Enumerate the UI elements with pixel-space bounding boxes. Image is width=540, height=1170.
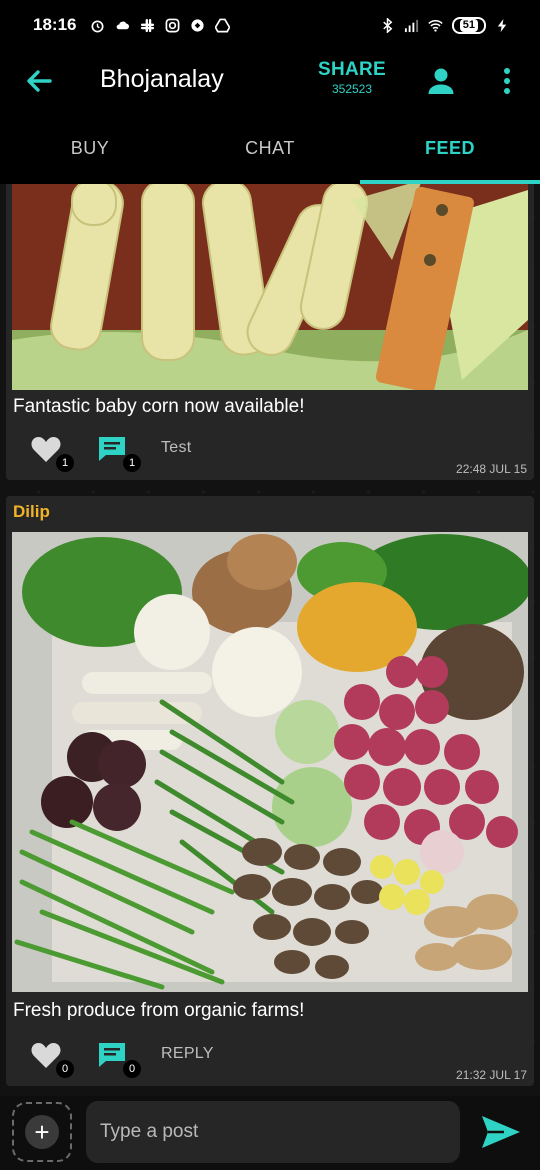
slack-icon (141, 18, 155, 32)
post-actions: 1 1 Test 22:48 JUL 15 (6, 428, 534, 478)
like-count: 1 (56, 454, 74, 472)
tab-buy[interactable]: BUY (0, 112, 180, 184)
charging-icon (497, 18, 507, 32)
drive-icon (215, 18, 231, 32)
alarm-icon (91, 19, 104, 32)
notification-icons (90, 18, 231, 33)
feed-list[interactable]: Fantastic baby corn now available! 1 1 T… (0, 184, 540, 1096)
status-bar: 18:16 51 (0, 0, 540, 50)
like-count: 0 (56, 1060, 74, 1078)
battery-level: 51 (459, 18, 478, 32)
share-button[interactable]: SHARE 352523 (312, 59, 392, 96)
reply-button[interactable]: REPLY (161, 1045, 214, 1063)
cloud-icon (117, 21, 130, 29)
bluetooth-icon (383, 17, 393, 33)
post-caption: Fresh produce from organic farms! (13, 1000, 305, 1021)
battery-icon: 51 (451, 16, 486, 34)
page-title: Bhojanalay (100, 65, 224, 93)
tab-bar: BUY CHAT FEED (0, 112, 540, 184)
post-timestamp: 22:48 JUL 15 (456, 462, 527, 476)
wifi-icon (428, 19, 443, 32)
baby-corn-photo[interactable] (12, 184, 528, 390)
reply-button[interactable]: Test (161, 439, 192, 457)
add-attachment-button[interactable]: + (12, 1102, 72, 1162)
instagram-icon (166, 18, 180, 32)
feed-post: Fantastic baby corn now available! 1 1 T… (6, 184, 534, 480)
signal-icon (404, 19, 418, 32)
share-label: SHARE (317, 59, 386, 80)
post-caption: Fantastic baby corn now available! (13, 396, 305, 417)
post-input[interactable] (86, 1101, 460, 1163)
tab-chat[interactable]: CHAT (180, 112, 360, 184)
feed-post: Dilip Fresh produce from organic farms! … (6, 496, 534, 1086)
share-code: 352523 (331, 82, 373, 96)
send-icon[interactable] (474, 1110, 526, 1154)
comment-count: 0 (123, 1060, 141, 1078)
post-composer: + (0, 1096, 540, 1170)
tab-feed[interactable]: FEED (360, 112, 540, 184)
more-vert-icon[interactable] (496, 66, 518, 96)
person-icon[interactable] (426, 66, 456, 96)
post-author[interactable]: Dilip (13, 502, 50, 522)
pin-icon (191, 18, 205, 32)
plus-icon: + (25, 1115, 59, 1149)
vegetables-photo[interactable] (12, 532, 528, 992)
app-bar: Bhojanalay SHARE 352523 (0, 50, 540, 112)
status-time: 18:16 (33, 15, 77, 34)
post-timestamp: 21:32 JUL 17 (456, 1068, 527, 1082)
post-actions: 0 0 REPLY 21:32 JUL 17 (6, 1034, 534, 1084)
back-arrow-icon[interactable] (22, 64, 56, 98)
comment-count: 1 (123, 454, 141, 472)
